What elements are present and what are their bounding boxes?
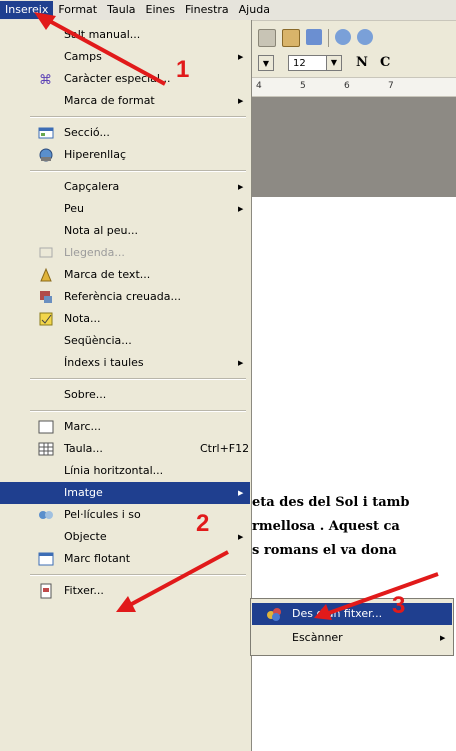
annotation-number-3: 3 <box>392 592 406 619</box>
annotation-number-1: 1 <box>176 56 190 83</box>
annotation-arrows <box>34 12 439 620</box>
arrow-1 <box>34 12 166 86</box>
arrow-3 <box>314 572 439 620</box>
annotation-number-2: 2 <box>196 510 210 537</box>
arrow-2 <box>116 550 229 612</box>
